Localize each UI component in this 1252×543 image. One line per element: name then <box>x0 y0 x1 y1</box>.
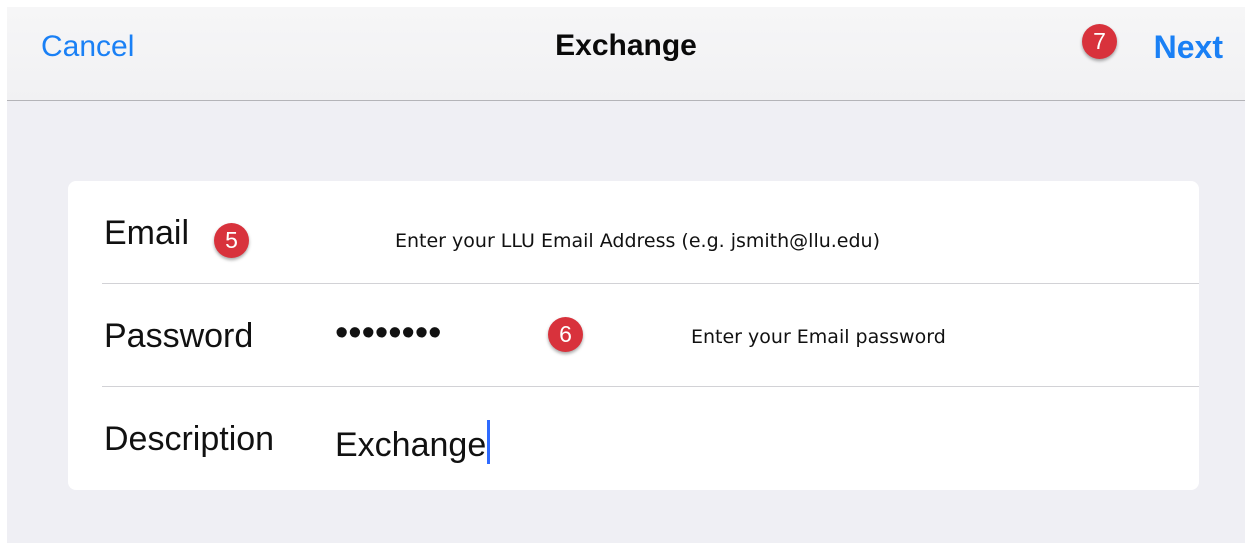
exchange-setup-screen: Cancel Exchange 7 Next Email Enter your … <box>7 7 1245 543</box>
next-button[interactable]: Next <box>1154 29 1223 66</box>
description-field[interactable]: Exchange <box>335 420 491 465</box>
step-badge-password: 6 <box>548 317 583 352</box>
navigation-bar: Cancel Exchange 7 Next <box>7 7 1245 101</box>
description-row[interactable]: Description Exchange <box>68 387 1199 490</box>
email-label: Email <box>104 214 190 252</box>
step-badge-email: 5 <box>214 223 249 258</box>
password-label: Password <box>104 317 254 355</box>
password-field[interactable]: •••••••• <box>335 312 441 355</box>
password-hint: Enter your Email password <box>691 326 946 348</box>
text-cursor <box>487 420 491 464</box>
description-value: Exchange <box>335 426 487 464</box>
password-row[interactable]: Password •••••••• Enter your Email passw… <box>68 284 1199 387</box>
step-badge-next: 7 <box>1082 24 1117 59</box>
description-label: Description <box>104 420 275 458</box>
page-title: Exchange <box>555 29 697 62</box>
email-hint: Enter your LLU Email Address (e.g. jsmit… <box>395 230 881 252</box>
